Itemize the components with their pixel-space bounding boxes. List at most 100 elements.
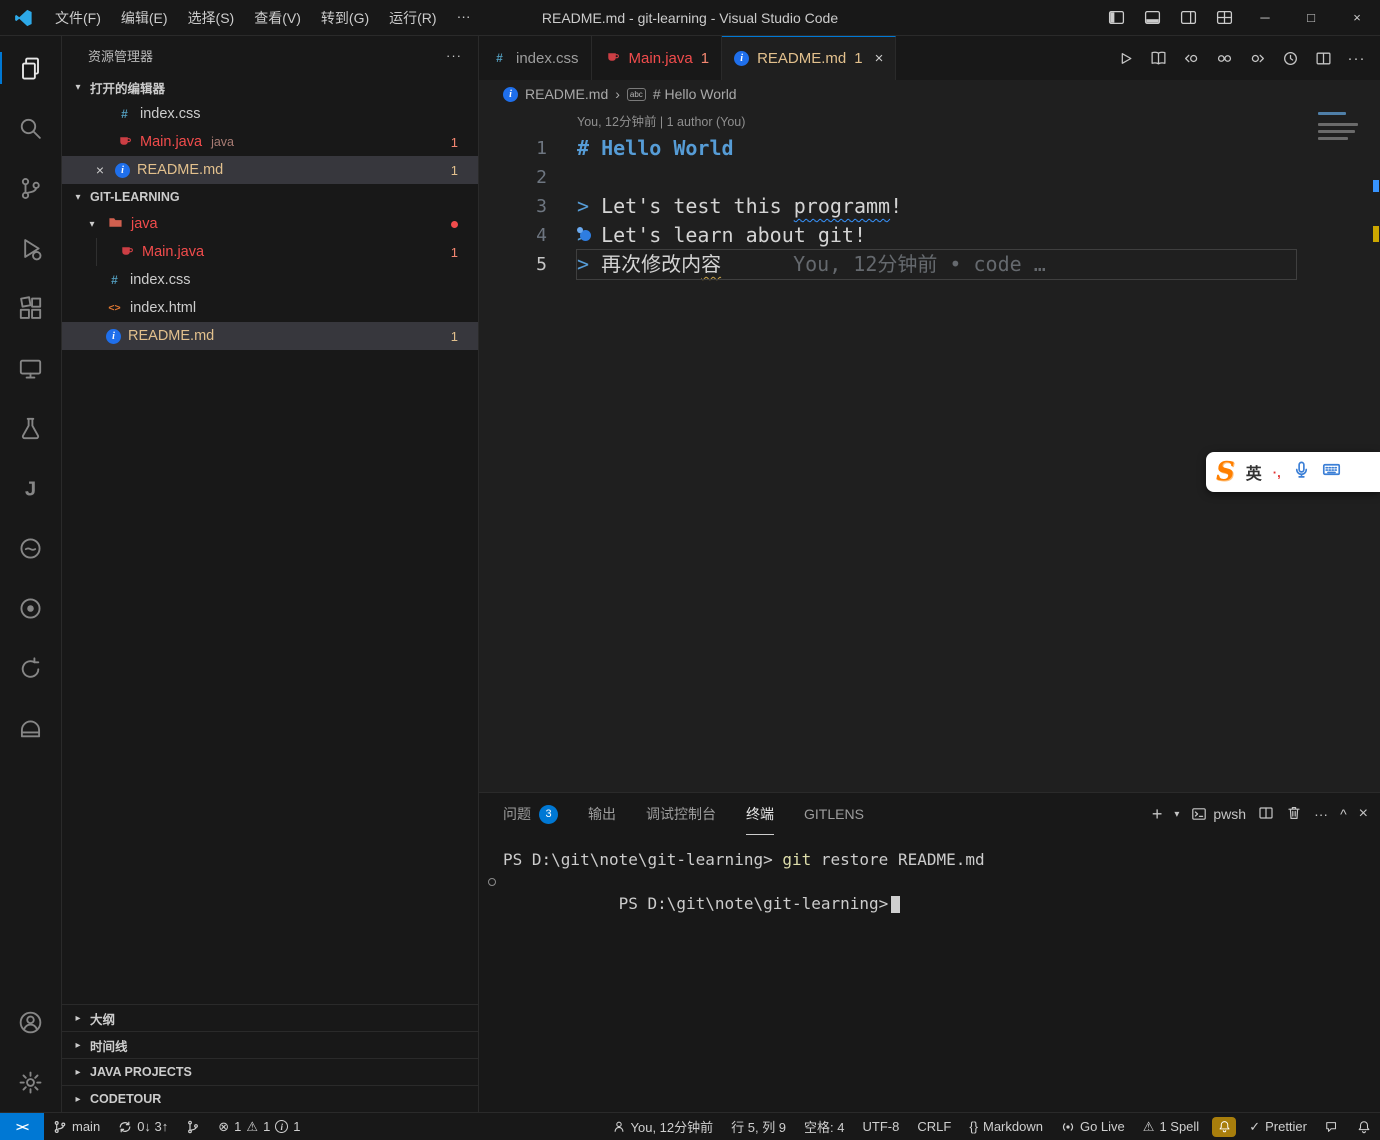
- panel-more-actions-button[interactable]: ···: [1314, 806, 1328, 822]
- split-terminal-button[interactable]: [1258, 805, 1274, 824]
- keyboard-icon[interactable]: [1322, 460, 1341, 484]
- kill-terminal-button[interactable]: [1286, 805, 1302, 824]
- settings-gear-icon[interactable]: [0, 1052, 61, 1112]
- gitlens-compare-icon[interactable]: [1209, 43, 1240, 73]
- explorer-icon[interactable]: [0, 38, 61, 98]
- layout-sidebar-right-icon[interactable]: [1170, 0, 1206, 35]
- accounts-icon[interactable]: [0, 992, 61, 1052]
- section-codetour[interactable]: ▸ CODETOUR: [62, 1085, 478, 1112]
- remote-indicator[interactable]: ><: [0, 1113, 44, 1140]
- tab-problems[interactable]: 问题 3: [503, 793, 558, 835]
- minimap[interactable]: [1318, 112, 1364, 144]
- tree-file-readme-md[interactable]: i README.md 1: [62, 322, 478, 350]
- codetour-icon[interactable]: [0, 638, 61, 698]
- sidebar-more-actions-button[interactable]: ···: [446, 48, 462, 63]
- menu-selection[interactable]: 选择(S): [179, 4, 244, 32]
- terminal-view[interactable]: PS D:\git\note\git-learning> git restore…: [479, 835, 1380, 937]
- menu-go[interactable]: 转到(G): [312, 4, 378, 32]
- close-icon[interactable]: ×: [875, 50, 884, 67]
- indentation-status[interactable]: 空格: 4: [795, 1113, 853, 1140]
- notifications-bell-icon[interactable]: [1348, 1113, 1380, 1140]
- menu-run[interactable]: 运行(R): [380, 4, 445, 32]
- minimize-button[interactable]: ─: [1242, 0, 1288, 35]
- section-timeline[interactable]: ▸ 时间线: [62, 1031, 478, 1058]
- breadcrumb-file[interactable]: README.md: [525, 86, 608, 102]
- menu-overflow-button[interactable]: ···: [448, 4, 480, 32]
- source-control-icon[interactable]: [0, 158, 61, 218]
- remote-explorer-icon[interactable]: [0, 338, 61, 398]
- microphone-icon[interactable]: [1292, 460, 1311, 484]
- search-icon[interactable]: [0, 98, 61, 158]
- sync-status[interactable]: 0↓ 3↑: [109, 1113, 177, 1140]
- testing-icon[interactable]: [0, 398, 61, 458]
- extensions-icon[interactable]: [0, 278, 61, 338]
- cursor-position-status[interactable]: 行 5, 列 9: [722, 1113, 795, 1140]
- line-number: 5: [479, 250, 547, 279]
- info-count: 1: [293, 1119, 300, 1134]
- sogou-logo[interactable]: S: [1216, 457, 1235, 487]
- gitlens-next-change-icon[interactable]: [1242, 43, 1273, 73]
- open-editor-main-java[interactable]: Main.java java 1: [62, 128, 478, 156]
- language-mode-status[interactable]: {} Markdown: [960, 1113, 1052, 1140]
- spell-checker-status[interactable]: ⚠ 1 Spell: [1134, 1113, 1208, 1140]
- tab-terminal[interactable]: 终端: [746, 793, 774, 835]
- tree-file-index-css[interactable]: # index.css: [62, 266, 478, 294]
- tab-readme-md[interactable]: i README.md 1 ×: [722, 36, 896, 80]
- tab-index-css[interactable]: # index.css: [479, 36, 592, 80]
- go-live-button[interactable]: Go Live: [1052, 1113, 1134, 1140]
- maximize-button[interactable]: □: [1288, 0, 1334, 35]
- open-editor-index-css[interactable]: # index.css: [62, 100, 478, 128]
- eol-status[interactable]: CRLF: [908, 1113, 960, 1140]
- encoding-status[interactable]: UTF-8: [854, 1113, 909, 1140]
- gitlens-codelens[interactable]: You, 12分钟前 | 1 author (You): [479, 110, 1310, 134]
- close-panel-button[interactable]: ×: [1359, 805, 1368, 823]
- gitlens-history-icon[interactable]: [1275, 43, 1306, 73]
- close-button[interactable]: ×: [1334, 0, 1380, 35]
- open-editor-readme-md[interactable]: × i README.md 1: [62, 156, 478, 184]
- tab-main-java[interactable]: Main.java 1: [592, 36, 723, 80]
- gitlens-prev-change-icon[interactable]: [1176, 43, 1207, 73]
- ai-extension-badge[interactable]: [1212, 1117, 1236, 1137]
- editor[interactable]: You, 12分钟前 | 1 author (You) 1 # Hello Wo…: [479, 108, 1380, 792]
- menu-edit[interactable]: 编辑(E): [112, 4, 177, 32]
- menu-view[interactable]: 查看(V): [245, 4, 310, 32]
- open-editors-header[interactable]: ▾ 打开的编辑器: [62, 74, 478, 100]
- ime-language-toggle[interactable]: 英: [1246, 460, 1262, 484]
- new-terminal-button[interactable]: +: [1152, 804, 1163, 825]
- editor-more-actions-button[interactable]: ···: [1341, 43, 1372, 73]
- gradle-icon[interactable]: [0, 518, 61, 578]
- tree-folder-java[interactable]: ▾ java: [62, 210, 478, 238]
- tab-output[interactable]: 输出: [588, 793, 616, 835]
- terminal-profile-chip[interactable]: pwsh: [1191, 806, 1246, 822]
- docker-icon[interactable]: [0, 698, 61, 758]
- java-projects-icon[interactable]: J: [0, 458, 61, 518]
- tree-file-index-html[interactable]: <> index.html: [62, 294, 478, 322]
- tab-debug-console[interactable]: 调试控制台: [646, 793, 716, 835]
- terminal-profile-dropdown-icon[interactable]: ▾: [1174, 809, 1179, 820]
- breadcrumb-symbol[interactable]: # Hello World: [653, 86, 737, 102]
- live-share-icon[interactable]: [0, 578, 61, 638]
- sync-counts: 0↓ 3↑: [137, 1119, 168, 1134]
- feedback-icon[interactable]: [1316, 1113, 1348, 1140]
- prettier-status[interactable]: ✓ Prettier: [1240, 1113, 1316, 1140]
- close-icon[interactable]: ×: [92, 162, 108, 178]
- run-button[interactable]: [1110, 43, 1141, 73]
- maximize-panel-button[interactable]: ^: [1340, 806, 1347, 822]
- menu-file[interactable]: 文件(F): [46, 4, 110, 32]
- layout-panel-icon[interactable]: [1134, 0, 1170, 35]
- blame-status[interactable]: You, 12分钟前: [603, 1113, 723, 1140]
- ime-punctuation-toggle[interactable]: ·,: [1273, 465, 1281, 480]
- project-folder-header[interactable]: ▾ GIT-LEARNING: [62, 184, 478, 210]
- section-outline[interactable]: ▸ 大纲: [62, 1004, 478, 1031]
- customize-layout-icon[interactable]: [1206, 0, 1242, 35]
- commit-graph-button[interactable]: [177, 1113, 209, 1140]
- split-editor-icon[interactable]: [1308, 43, 1339, 73]
- tree-file-main-java[interactable]: Main.java 1: [62, 238, 478, 266]
- run-debug-icon[interactable]: [0, 218, 61, 278]
- layout-sidebar-left-icon[interactable]: [1098, 0, 1134, 35]
- markdown-preview-icon[interactable]: [1143, 43, 1174, 73]
- branch-status[interactable]: main: [44, 1113, 109, 1140]
- section-java-projects[interactable]: ▸ JAVA PROJECTS: [62, 1058, 478, 1085]
- tab-gitlens[interactable]: GITLENS: [804, 793, 864, 835]
- problems-status[interactable]: ⊗ 1 ⚠ 1 i 1: [209, 1113, 309, 1140]
